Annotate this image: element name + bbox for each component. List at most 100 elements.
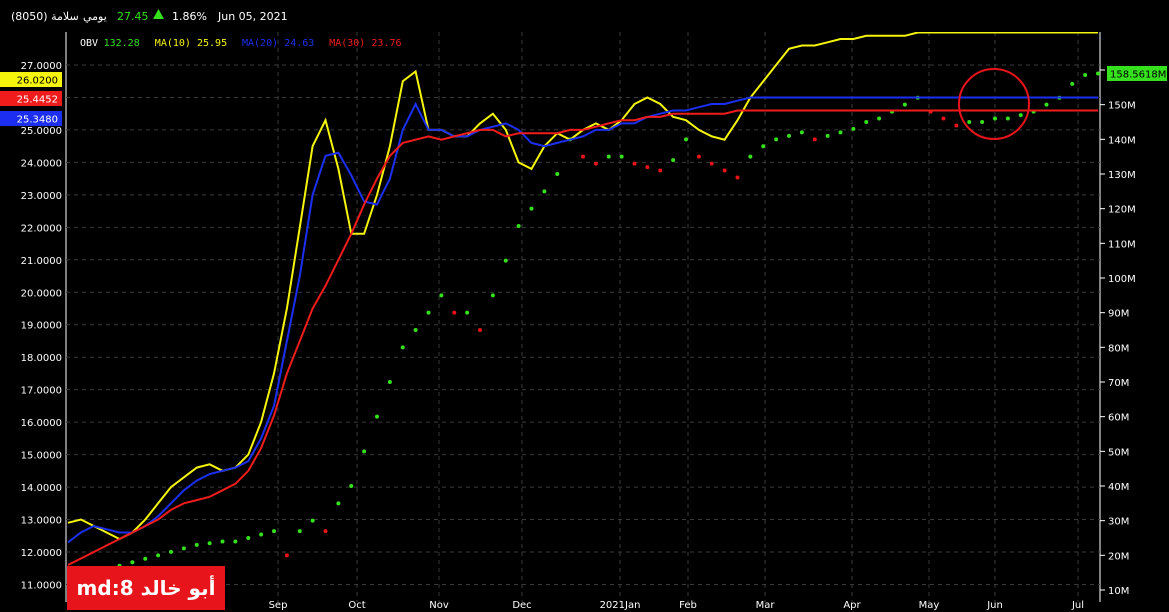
triangle-up-icon xyxy=(153,9,164,22)
obv-point xyxy=(387,380,392,384)
obv-point xyxy=(259,532,264,537)
obv-point xyxy=(993,116,997,121)
obv-point xyxy=(194,542,199,547)
obv-point xyxy=(1018,113,1023,118)
x-tick-label: Apr xyxy=(843,600,861,611)
obv-point xyxy=(812,137,817,142)
left-tick-label: 22.0000 xyxy=(21,223,62,234)
obv-point xyxy=(825,133,830,138)
x-tick-label: Mar xyxy=(756,600,776,611)
change-percent: 1.86% xyxy=(172,10,207,23)
right-tick-label: 70M xyxy=(1108,378,1129,389)
x-tick-label: Sep xyxy=(269,600,288,611)
left-tick-label: 21.0000 xyxy=(21,256,62,267)
period-label: يومي xyxy=(83,10,107,23)
legend-value: 24.63 xyxy=(284,38,314,49)
header-bar: سلامة (8050) يومي 27.45 1.86% Jun 05, 20… xyxy=(0,0,1169,32)
legend-label: MA(30) xyxy=(329,38,365,49)
left-tick-label: 13.0000 xyxy=(21,516,62,527)
right-tick-label: 30M xyxy=(1108,517,1129,528)
left-tick-label: 12.0000 xyxy=(21,548,62,559)
left-tick-label: 17.0000 xyxy=(21,386,62,397)
watermark: أبو خالد md:8 xyxy=(67,566,225,610)
obv-point xyxy=(799,130,804,135)
obv-point xyxy=(439,293,444,298)
price-value: 27.45 xyxy=(117,10,149,23)
obv-point xyxy=(542,189,547,194)
legend: OBV 132.28 MA(10) 25.95 MA(20) 24.63 MA(30) 23.… xyxy=(80,38,402,49)
obv-point xyxy=(748,154,753,159)
obv-point xyxy=(619,154,624,159)
obv-point xyxy=(606,154,611,159)
obv-point xyxy=(516,224,521,228)
obv-point xyxy=(645,165,650,170)
left-tick-label: 19.0000 xyxy=(21,321,62,332)
obv-point xyxy=(503,258,508,263)
obv-badge-text: 158.5618M xyxy=(1110,70,1166,81)
obv-point xyxy=(941,116,946,121)
price-badge-text: 25.3480 xyxy=(17,115,58,126)
obv-point xyxy=(787,133,791,138)
obv-point xyxy=(902,102,907,107)
series-ma30-line xyxy=(67,109,1098,566)
x-tick-label: Dec xyxy=(512,600,531,611)
right-tick-label: 90M xyxy=(1108,309,1129,320)
legend-value: 23.76 xyxy=(371,38,401,49)
obv-point xyxy=(735,175,740,180)
right-axis: 10M 20M 30M 40M 50M 60M 70M 80M 90M 100M 110M 120M 1… xyxy=(1100,66,1136,597)
obv-point xyxy=(310,518,315,523)
obv-point xyxy=(851,126,856,131)
left-tick-label: 25.0000 xyxy=(21,126,62,137)
obv-point xyxy=(169,549,173,554)
obv-point xyxy=(220,539,225,544)
right-tick-label: 20M xyxy=(1108,551,1129,562)
obv-point xyxy=(207,541,212,546)
obv-point xyxy=(452,310,457,315)
obv-point xyxy=(709,161,714,166)
series-ma20-line xyxy=(67,96,1098,544)
x-tick-label: Nov xyxy=(429,600,449,611)
highlight-circle xyxy=(958,68,1030,140)
obv-point xyxy=(375,414,379,419)
obv-point xyxy=(478,328,482,332)
x-axis: Sep Oct Nov Dec 2021Jan Feb Mar Apr May Jun Jul xyxy=(269,600,1084,611)
obv-point xyxy=(272,529,276,534)
obv-point xyxy=(838,130,843,135)
obv-point xyxy=(284,553,289,558)
obv-point xyxy=(1070,81,1075,86)
obv-point xyxy=(349,484,354,488)
obv-point xyxy=(465,310,470,315)
obv-point xyxy=(529,206,534,211)
obv-point xyxy=(774,137,779,142)
obv-point xyxy=(130,560,135,565)
left-axis: 11.0000 12.0000 13.0000 14.0000 15.0000 16.00… xyxy=(21,61,62,591)
obv-point xyxy=(980,120,985,124)
obv-point xyxy=(954,123,959,128)
price-badge-text: 25.4452 xyxy=(17,95,58,106)
date-label: Jun 05, 2021 xyxy=(218,10,288,23)
obv-point xyxy=(323,529,328,534)
obv-point xyxy=(246,536,251,540)
left-tick-label: 11.0000 xyxy=(21,580,62,591)
right-tick-label: 10M xyxy=(1108,586,1129,597)
right-tick-label: 100M xyxy=(1108,274,1136,285)
obv-point xyxy=(671,158,676,163)
obv-point xyxy=(336,501,341,506)
left-tick-label: 16.0000 xyxy=(21,418,62,429)
legend-label: MA(20) xyxy=(242,38,278,49)
obv-point xyxy=(593,161,598,166)
right-tick-label: 120M xyxy=(1108,205,1136,216)
obv-point xyxy=(555,172,560,176)
legend-label: OBV xyxy=(80,38,98,49)
obv-point xyxy=(233,539,238,544)
obv-point xyxy=(684,137,688,142)
left-tick-label: 18.0000 xyxy=(21,353,62,364)
obv-point xyxy=(297,529,302,534)
x-tick-label: May xyxy=(919,600,940,611)
x-tick-label: Oct xyxy=(348,600,365,611)
obv-point xyxy=(1083,72,1088,77)
obv-point xyxy=(632,161,637,166)
obv-point xyxy=(143,556,148,561)
x-tick-label: Jul xyxy=(1071,600,1084,611)
right-tick-label: 40M xyxy=(1108,482,1129,493)
